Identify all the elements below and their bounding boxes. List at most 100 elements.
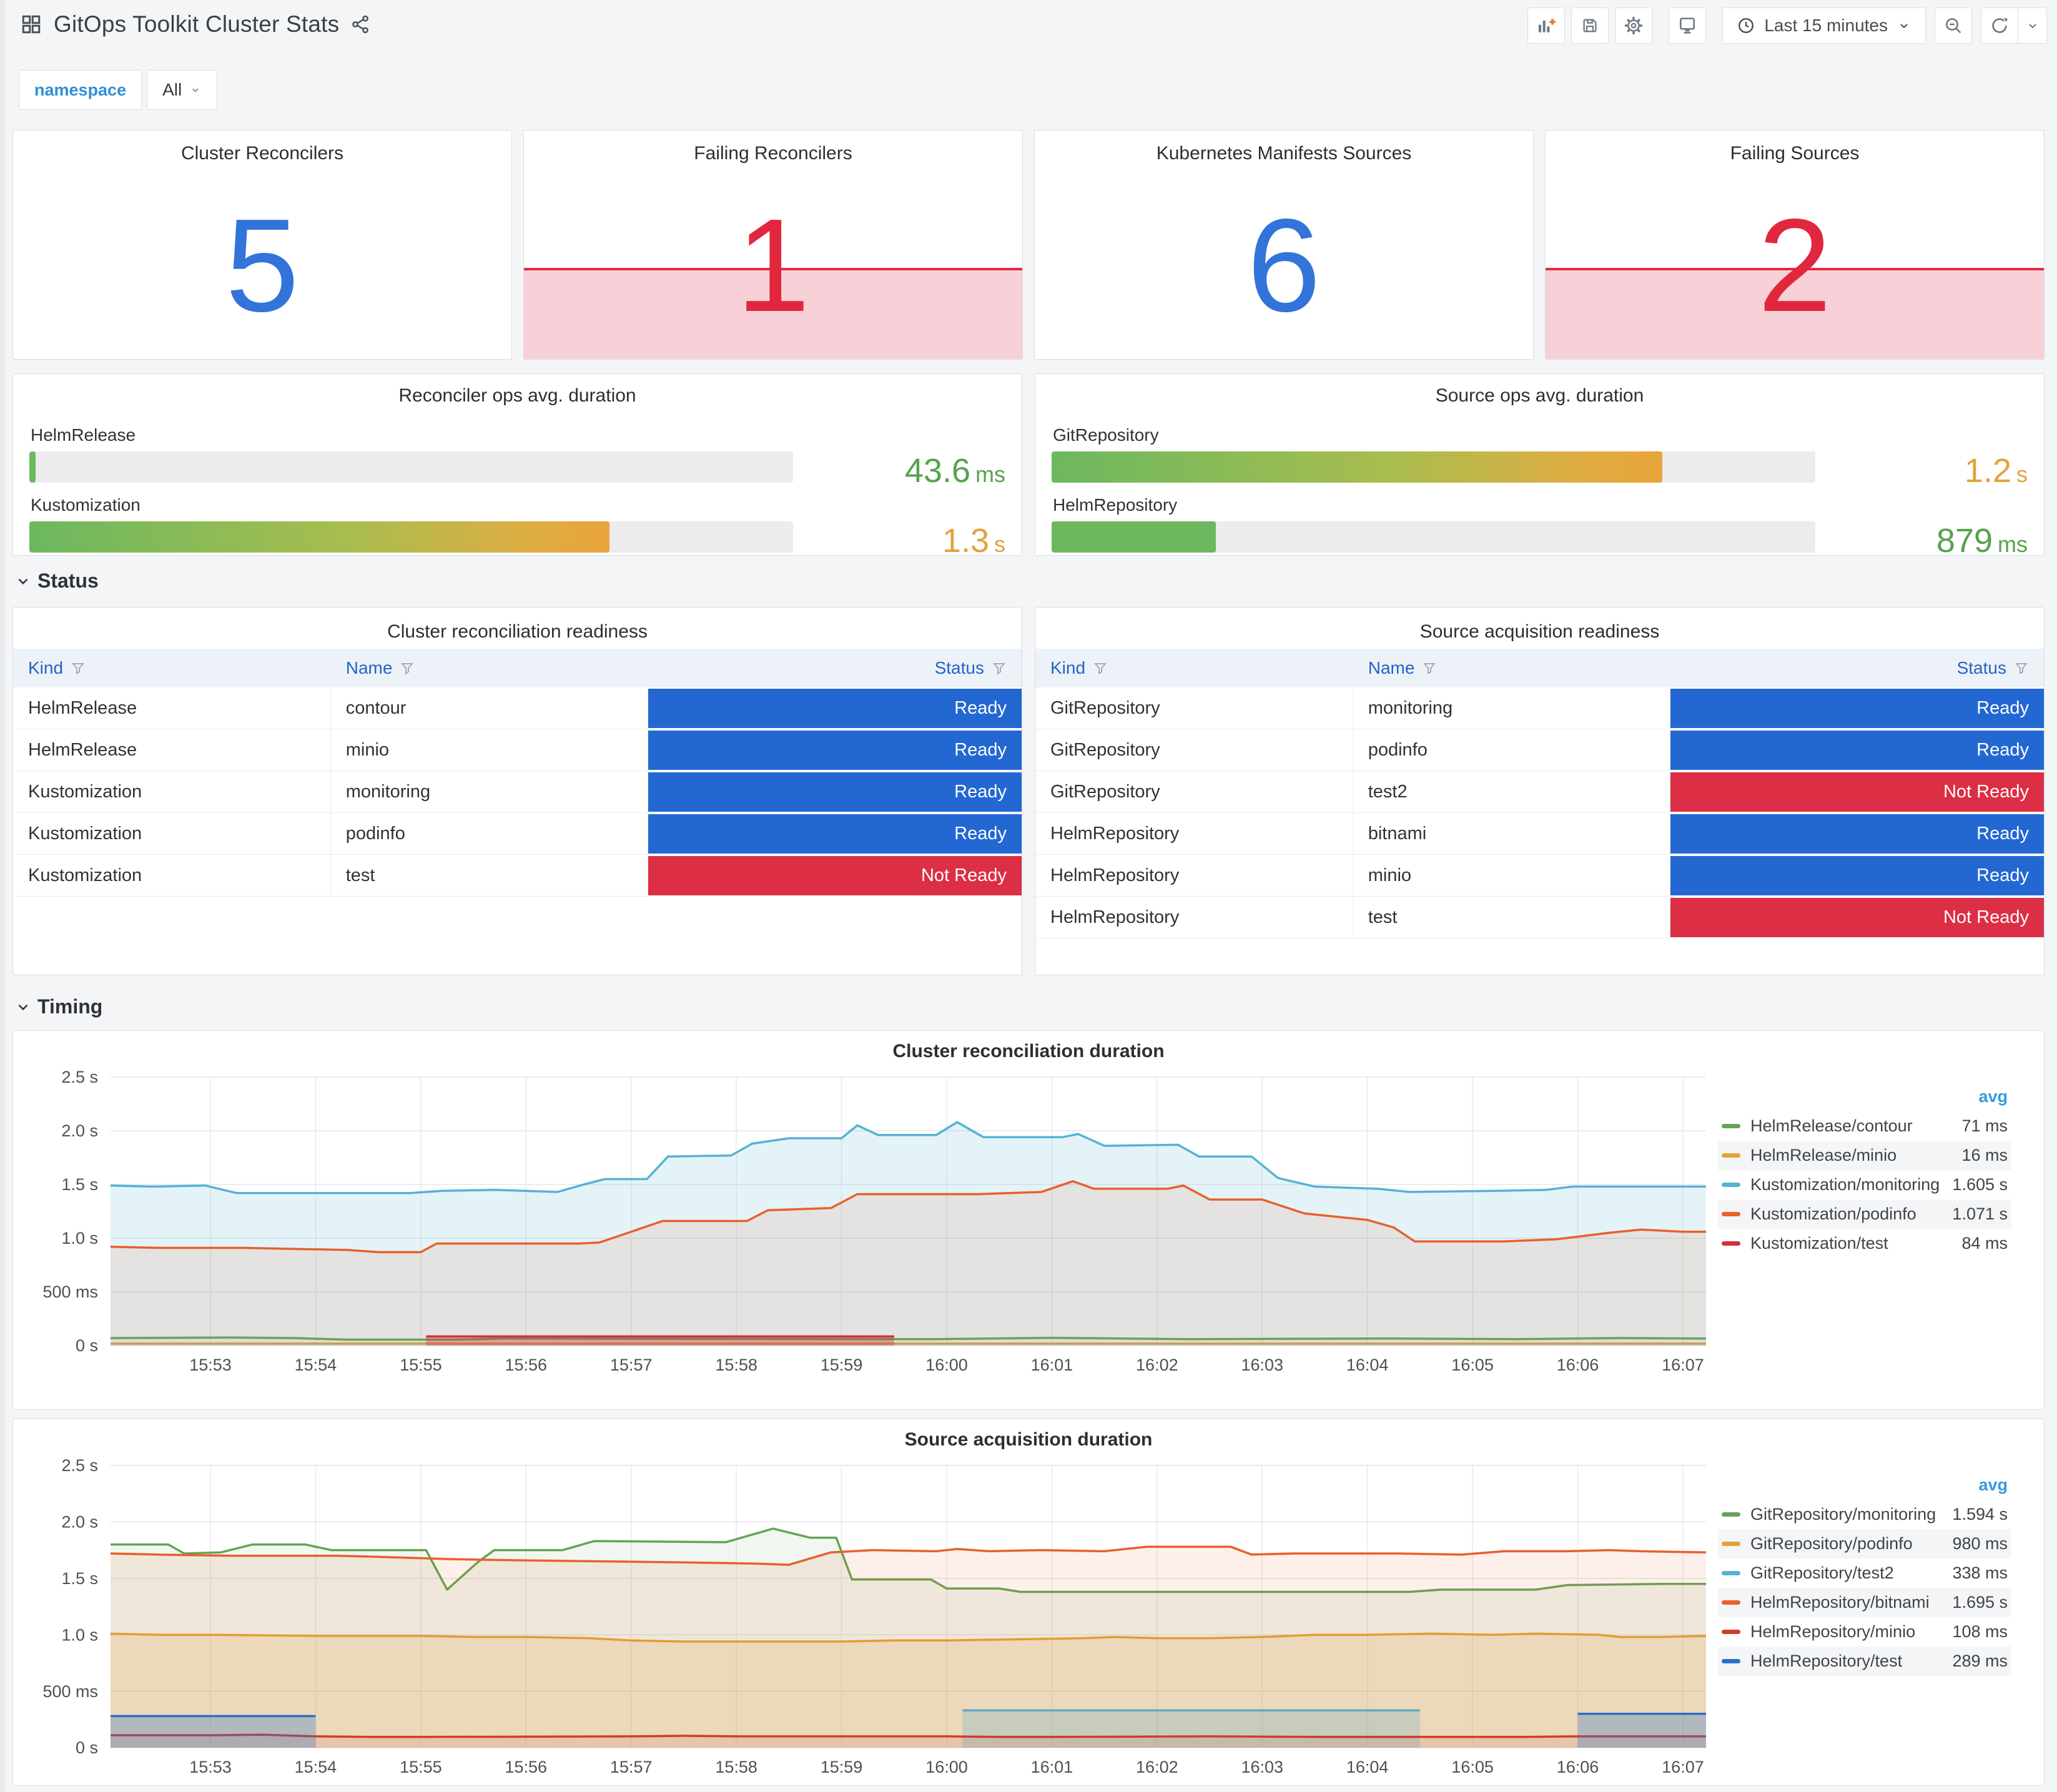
series-avg-value: 1.071 s xyxy=(1952,1204,2008,1223)
time-range-label: Last 15 minutes xyxy=(1764,16,1888,35)
svg-text:16:03: 16:03 xyxy=(1241,1356,1283,1374)
status-badge: Ready xyxy=(648,772,1022,812)
panel-title: Source acquisition readiness xyxy=(1419,621,1660,642)
legend-item[interactable]: HelmRepository/bitnami 1.695 s xyxy=(1718,1588,2011,1617)
stat-value: 6 xyxy=(1247,190,1321,339)
svg-text:15:57: 15:57 xyxy=(610,1758,653,1776)
legend-item[interactable]: GitRepository/podinfo 980 ms xyxy=(1718,1529,2011,1558)
cell-name: test xyxy=(1353,897,1671,938)
series-name: GitRepository/podinfo xyxy=(1750,1534,1913,1553)
chevron-down-icon xyxy=(2028,24,2036,29)
refresh-button[interactable] xyxy=(1981,7,2018,44)
status-badge: Ready xyxy=(1670,856,2044,895)
series-name: Kustomization/test xyxy=(1750,1234,1888,1253)
svg-text:15:58: 15:58 xyxy=(715,1758,757,1776)
chevron-down-icon xyxy=(1900,24,1908,29)
cycle-view-mode-button[interactable] xyxy=(1669,7,1707,44)
filter-funnel-icon xyxy=(2015,663,2028,675)
svg-text:500 ms: 500 ms xyxy=(42,1282,98,1301)
svg-text:0 s: 0 s xyxy=(76,1738,98,1757)
column-header-kind[interactable]: Kind xyxy=(13,649,331,687)
svg-text:500 ms: 500 ms xyxy=(42,1682,98,1701)
save-dashboard-button[interactable] xyxy=(1571,7,1609,44)
column-header-name[interactable]: Name xyxy=(331,649,649,687)
series-avg-value: 1.695 s xyxy=(1952,1593,2008,1612)
panel-title: Source acquisition duration xyxy=(904,1429,1153,1450)
table-row: HelmRepository minio Ready xyxy=(1035,855,2044,897)
status-badge: Ready xyxy=(648,689,1022,728)
source-ops-panel: Source ops avg. duration GitRepository 1… xyxy=(1035,373,2045,559)
page-title: GitOps Toolkit Cluster Stats xyxy=(54,11,340,37)
legend-item[interactable]: HelmRelease/contour 71 ms xyxy=(1718,1111,2011,1141)
status-badge: Ready xyxy=(1670,731,2044,770)
table-row: HelmRelease minio Ready xyxy=(13,729,1022,771)
cell-name: contour xyxy=(330,687,649,729)
table-body: HelmRelease contour Ready HelmRelease mi… xyxy=(13,687,1022,897)
timing-section-header[interactable]: Timing xyxy=(15,995,102,1018)
gauge-row-label: HelmRelease xyxy=(31,425,136,445)
legend-item[interactable]: Kustomization/test 84 ms xyxy=(1718,1229,2011,1258)
legend-avg-header[interactable]: avg xyxy=(1718,1087,2011,1106)
gauge-bar-fill xyxy=(29,521,610,553)
svg-text:15:59: 15:59 xyxy=(821,1356,863,1374)
series-name: GitRepository/monitoring xyxy=(1750,1505,1936,1524)
source-readiness-table-panel: Source acquisition readiness Kind Name S… xyxy=(1035,607,2045,975)
series-name: HelmRelease/minio xyxy=(1750,1146,1897,1164)
gauge-bar-track xyxy=(29,521,793,553)
status-section-header[interactable]: Status xyxy=(15,569,99,593)
dashboards-grid-icon[interactable] xyxy=(20,13,42,36)
svg-text:16:02: 16:02 xyxy=(1136,1758,1178,1776)
cell-name: monitoring xyxy=(1353,687,1671,729)
legend-item[interactable]: Kustomization/monitoring 1.605 s xyxy=(1718,1170,2011,1199)
series-name: Kustomization/monitoring xyxy=(1750,1175,1940,1194)
cell-kind: Kustomization xyxy=(13,855,331,897)
table-row: GitRepository monitoring Ready xyxy=(1035,687,2044,729)
series-name: HelmRepository/test xyxy=(1750,1652,1903,1670)
stat-panels-row: Cluster Reconcilers 5 Failing Reconciler… xyxy=(12,130,2045,360)
cell-kind: Kustomization xyxy=(13,771,331,813)
dashboard-settings-button[interactable] xyxy=(1615,7,1653,44)
gauge-bar-fill xyxy=(29,451,36,483)
legend-item[interactable]: Kustomization/podinfo 1.071 s xyxy=(1718,1199,2011,1229)
svg-text:1.0 s: 1.0 s xyxy=(61,1229,98,1248)
share-icon[interactable] xyxy=(350,14,370,34)
timeseries-plot: 0 s 500 ms 1.0 s 1.5 s 2.0 s 2.5 s 15:53 15:54 1… xyxy=(17,1454,1715,1782)
refresh-interval-dropdown[interactable] xyxy=(2018,7,2047,44)
cell-kind: HelmRepository xyxy=(1035,855,1353,897)
legend-item[interactable]: HelmRepository/minio 108 ms xyxy=(1718,1617,2011,1647)
filter-funnel-icon xyxy=(401,663,414,675)
namespace-variable-select[interactable]: All xyxy=(147,70,218,110)
filter-funnel-icon xyxy=(1423,663,1436,675)
gauge-value: 43.6 ms xyxy=(904,452,1005,490)
svg-text:1.0 s: 1.0 s xyxy=(61,1625,98,1644)
chevron-down-icon xyxy=(18,578,28,584)
stat-panel-title: Failing Reconcilers xyxy=(694,143,852,164)
column-header-status[interactable]: Status xyxy=(648,649,1022,687)
column-header-name[interactable]: Name xyxy=(1353,649,1671,687)
legend-avg-header[interactable]: avg xyxy=(1718,1475,2011,1495)
column-header-kind[interactable]: Kind xyxy=(1035,649,1353,687)
series-name: HelmRepository/minio xyxy=(1750,1622,1916,1641)
add-panel-button[interactable] xyxy=(1527,7,1566,44)
gauge-bar-track xyxy=(29,451,793,483)
legend-item[interactable]: HelmRepository/test 289 ms xyxy=(1718,1647,2011,1676)
svg-text:15:55: 15:55 xyxy=(400,1758,442,1776)
svg-text:1.5 s: 1.5 s xyxy=(61,1175,98,1194)
status-badge: Not Ready xyxy=(1670,898,2044,937)
stat-value: 2 xyxy=(1758,190,1832,339)
svg-text:15:53: 15:53 xyxy=(189,1356,232,1374)
gauge-bar-fill xyxy=(1052,451,1663,483)
legend-item[interactable]: GitRepository/test2 338 ms xyxy=(1718,1558,2011,1588)
svg-text:15:54: 15:54 xyxy=(295,1356,337,1374)
table-body: GitRepository monitoring Ready GitReposi… xyxy=(1035,687,2044,938)
legend-item[interactable]: GitRepository/monitoring 1.594 s xyxy=(1718,1500,2011,1529)
zoom-out-button[interactable] xyxy=(1935,7,1972,44)
series-color-marker xyxy=(1722,1630,1740,1634)
series-avg-value: 84 ms xyxy=(1961,1234,2008,1253)
column-header-status[interactable]: Status xyxy=(1670,649,2044,687)
cell-name: minio xyxy=(1353,855,1671,897)
legend-item[interactable]: HelmRelease/minio 16 ms xyxy=(1718,1141,2011,1170)
stat-panel: Kubernetes Manifests Sources 6 xyxy=(1034,130,1534,360)
time-range-picker[interactable]: Last 15 minutes xyxy=(1722,7,1926,44)
filter-funnel-icon xyxy=(72,663,84,675)
